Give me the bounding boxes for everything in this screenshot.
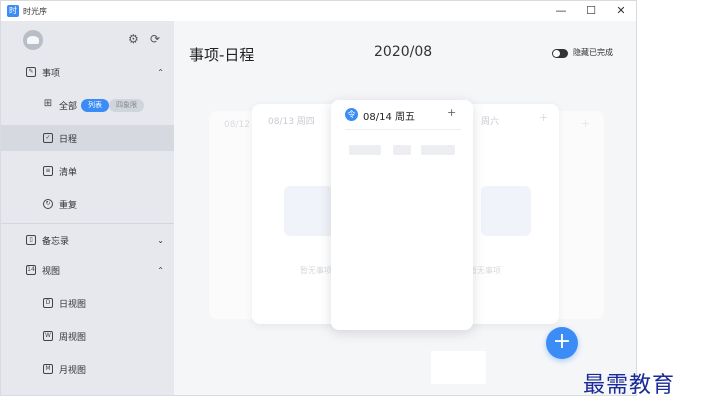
grid-icon: ⊞ — [43, 98, 53, 109]
sidebar-item-label: 清单 — [59, 167, 78, 178]
repeat-icon: ↻ — [43, 199, 53, 209]
settings-icon[interactable]: ⚙ — [128, 32, 139, 46]
memo-icon: ▯ — [26, 235, 36, 245]
calendar-icon: 14 — [26, 265, 36, 275]
sidebar-item-checklist[interactable]: ≡ 清单 — [1, 158, 174, 184]
empty-state-text: 暂无事项 — [300, 266, 332, 275]
sidebar-section-label: 事项 — [42, 68, 61, 79]
add-floating-button[interactable]: + — [546, 327, 578, 359]
day-card-date: 08/14 周五 — [363, 112, 415, 123]
day-card-right[interactable]: 周六 + 暂无事项 — [459, 104, 559, 324]
blurred-text — [421, 145, 455, 155]
sidebar-item-label: 日视图 — [59, 299, 87, 310]
blurred-text — [349, 145, 381, 155]
add-event-button[interactable]: + — [447, 106, 456, 119]
sidebar-section-views[interactable]: 14 视图 ⌃ — [1, 257, 174, 283]
maximize-button[interactable]: ☐ — [576, 1, 606, 21]
app-title: 时光序 — [23, 6, 47, 16]
today-icon: 令 — [345, 108, 358, 121]
empty-box-icon — [284, 186, 334, 236]
task-icon: ✎ — [26, 67, 36, 77]
overlay-box — [431, 351, 486, 384]
avatar[interactable] — [23, 30, 43, 50]
sidebar-item-repeat[interactable]: ↻ 重复 — [1, 191, 174, 217]
sidebar-item-month-view[interactable]: M 月视图 — [1, 356, 174, 382]
sidebar-item-label: 日程 — [59, 134, 78, 145]
window-controls: — ☐ ✕ — [546, 1, 636, 21]
sidebar: ⚙ ⟳ ✎ 事项 ⌃ ⊞ 全部 列表 四象限 ✓ 日程 ≡ 清单 ↻ 重复 ▯ — [1, 21, 174, 395]
sidebar-item-week-view[interactable]: W 周视图 — [1, 323, 174, 349]
sidebar-section-memo[interactable]: ▯ 备忘录 ⌄ — [1, 227, 174, 253]
sidebar-section-label: 视图 — [42, 266, 61, 277]
month-view-icon: M — [43, 364, 53, 374]
list-icon: ≡ — [43, 166, 53, 176]
day-card-active[interactable]: 令 08/14 周五 + — [331, 100, 473, 330]
page-title: 事项-日程 — [189, 46, 255, 64]
hide-completed-toggle[interactable] — [552, 49, 568, 58]
sidebar-item-label: 月视图 — [59, 365, 87, 376]
chevron-down-icon: ⌄ — [157, 235, 164, 245]
day-card-date: 08/13 周四 — [268, 117, 315, 127]
chevron-up-icon: ⌃ — [157, 67, 164, 77]
month-label[interactable]: 2020/08 — [374, 44, 432, 60]
view-toggle-list[interactable]: 列表 — [81, 98, 110, 112]
watermark-text: 最需教育 — [583, 373, 676, 398]
title-bar: 时 时光序 — ☐ ✕ — [1, 1, 636, 21]
empty-state-text: 暂无事项 — [469, 266, 501, 275]
day-card-date: 周六 — [481, 117, 500, 127]
close-button[interactable]: ✕ — [606, 1, 636, 21]
sidebar-item-label: 全部 — [59, 101, 78, 112]
chevron-up-icon: ⌃ — [157, 265, 164, 275]
main-content: 事项-日程 2020/08 隐藏已完成 08/12 + 08/13 周四 暂无事… — [174, 21, 636, 395]
sync-icon[interactable]: ⟳ — [150, 32, 160, 46]
sidebar-item-all[interactable]: ⊞ 全部 列表 四象限 — [1, 92, 174, 118]
view-toggle-quadrant[interactable]: 四象限 — [109, 98, 145, 112]
sidebar-section-label: 备忘录 — [42, 236, 70, 247]
blurred-text — [393, 145, 411, 155]
sidebar-item-label: 重复 — [59, 200, 78, 211]
empty-box-icon — [481, 186, 531, 236]
day-card-date: 08/12 — [224, 120, 250, 130]
sidebar-section-tasks[interactable]: ✎ 事项 ⌃ — [1, 59, 174, 85]
divider — [345, 129, 461, 130]
sidebar-item-day-view[interactable]: D 日视图 — [1, 290, 174, 316]
sidebar-item-label: 周视图 — [59, 332, 87, 343]
checkbox-icon: ✓ — [43, 133, 53, 143]
hide-completed-label: 隐藏已完成 — [573, 48, 613, 57]
app-window: 时 时光序 — ☐ ✕ ⚙ ⟳ ✎ 事项 ⌃ ⊞ 全部 列表 四象限 ✓ 日程 … — [0, 0, 637, 396]
week-view-icon: W — [43, 331, 53, 341]
add-icon: + — [581, 117, 591, 130]
divider — [1, 223, 174, 224]
sidebar-item-schedule[interactable]: ✓ 日程 — [1, 125, 174, 151]
add-icon: + — [539, 111, 549, 124]
minimize-button[interactable]: — — [546, 1, 576, 21]
day-view-icon: D — [43, 298, 53, 308]
app-logo-icon: 时 — [7, 5, 19, 17]
